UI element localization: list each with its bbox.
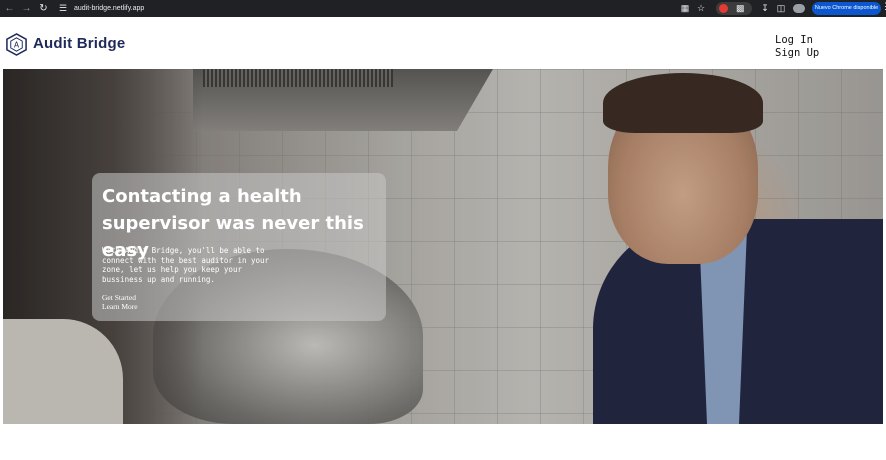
update-chrome-button[interactable]: Nuevo Chrome disponible [812,2,881,15]
download-icon[interactable]: ↧ [759,2,771,15]
site-header: A Audit Bridge Log In Sign Up [0,17,886,69]
forward-arrow-icon[interactable]: → [20,2,33,15]
extensions-pill[interactable]: ▩ [716,2,752,15]
translate-icon[interactable]: ▦ [679,2,691,15]
puzzle-icon[interactable]: ▩ [736,2,745,15]
profile-icon[interactable] [793,4,805,13]
learn-more-link[interactable]: Learn More [102,302,138,312]
svg-text:A: A [14,40,20,49]
login-link[interactable]: Log In [775,34,819,47]
site-info-icon[interactable]: ☰ [59,3,70,14]
url-text[interactable]: audit-bridge.netlify.app [74,3,144,14]
sidepanel-icon[interactable]: ◫ [775,2,787,15]
browser-toolbar: ← → ↻ ☰ audit-bridge.netlify.app ▦ ☆ ▩ ↧… [0,0,886,17]
brand-name[interactable]: Audit Bridge [33,35,125,52]
logo-icon[interactable]: A [5,33,28,56]
auth-nav: Log In Sign Up [775,34,819,60]
extension-icon[interactable] [719,4,728,13]
kebab-menu-icon[interactable]: ⋮ [881,1,886,12]
back-arrow-icon[interactable]: ← [3,2,16,15]
address-bar[interactable]: ☰ audit-bridge.netlify.app [54,1,710,16]
hero-cta-group: Get Started Learn More [102,293,138,312]
reload-icon[interactable]: ↻ [37,2,50,15]
signup-link[interactable]: Sign Up [775,47,819,60]
bookmark-star-icon[interactable]: ☆ [695,2,707,15]
hero-banner: Contacting a health supervisor was never… [3,69,883,424]
hero-card: Contacting a health supervisor was never… [92,173,386,321]
hero-description: With Audit Bridge, you'll be able to con… [102,246,270,284]
